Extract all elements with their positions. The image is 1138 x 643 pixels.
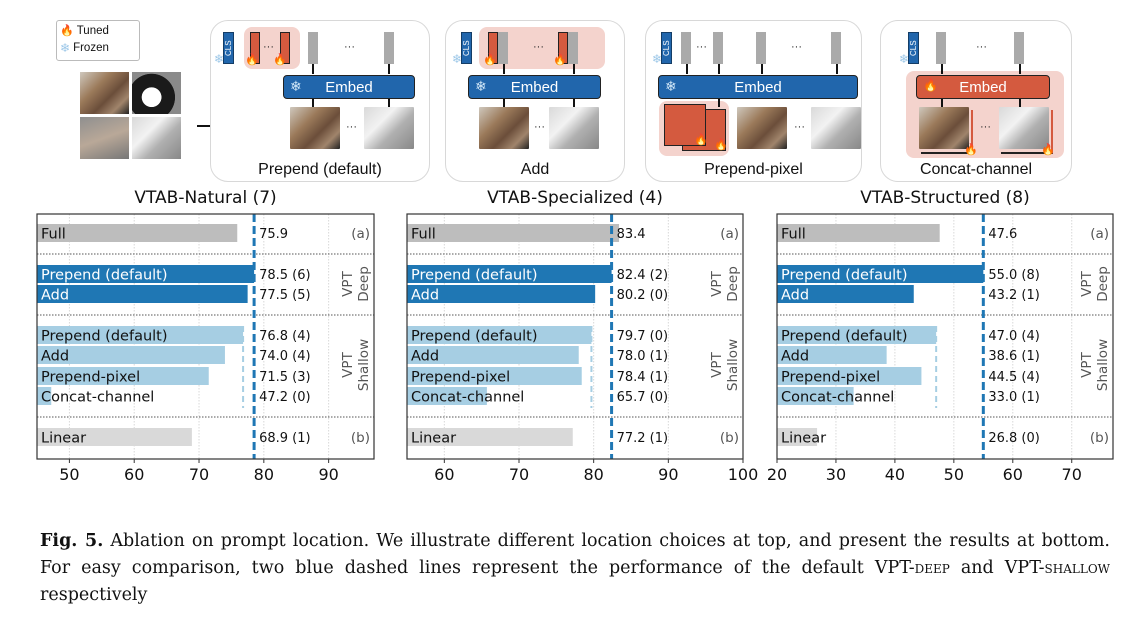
x-tick-label: 50 [944, 465, 964, 484]
group-label: (a) [1090, 226, 1109, 242]
caption-shallow: shallow [1044, 558, 1110, 578]
group-label: VPT [340, 270, 356, 296]
bar-label: Prepend (default) [411, 268, 538, 284]
group-label: (a) [351, 226, 370, 242]
bar-label: Prepend-pixel [411, 370, 510, 386]
bar-label: Concat-channel [41, 390, 154, 406]
value-label: 75.9 [259, 227, 288, 242]
value-label: 33.0 (1) [988, 390, 1040, 405]
x-tick-label: 60 [434, 465, 454, 484]
bar-label: Linear [41, 431, 86, 447]
bar-label: Linear [411, 431, 456, 447]
x-tick-label: 50 [59, 465, 79, 484]
value-label: 47.6 [988, 227, 1017, 242]
group-label: (b) [720, 430, 739, 446]
bar-label: Full [411, 227, 436, 243]
bar-label: Add [781, 349, 809, 365]
value-label: 65.7 (0) [617, 390, 669, 405]
group-label: (a) [720, 226, 739, 242]
x-tick-label: 20 [767, 465, 787, 484]
value-label: 38.6 (1) [988, 349, 1040, 364]
x-tick-label: 70 [1062, 465, 1082, 484]
bar-label: Add [781, 288, 809, 304]
value-label: 44.5 (4) [988, 370, 1040, 385]
value-label: 43.2 (1) [988, 288, 1040, 303]
bar-label: Add [41, 349, 69, 365]
caption-text: respectively [40, 585, 148, 605]
caption-text: and VPT- [949, 558, 1045, 578]
bar-label: Concat-channel [781, 390, 894, 406]
bar-label: Prepend (default) [781, 268, 908, 284]
bar-label: Add [411, 288, 439, 304]
bar-label: Prepend (default) [41, 268, 168, 284]
x-tick-label: 70 [189, 465, 209, 484]
group-label: VPT [709, 351, 725, 377]
bar-full [37, 224, 238, 242]
x-tick-label: 60 [124, 465, 144, 484]
value-label: 82.4 (2) [617, 268, 669, 283]
bar-label: Prepend (default) [41, 329, 168, 345]
value-label: 78.0 (1) [617, 349, 669, 364]
caption-label: Fig. 5. [40, 531, 104, 551]
value-label: 80.2 (0) [617, 288, 669, 303]
value-label: 77.5 (5) [259, 288, 311, 303]
group-label: Shallow [725, 339, 741, 391]
bar-label: Full [781, 227, 806, 243]
value-label: 76.8 (4) [259, 329, 311, 344]
value-label: 47.2 (0) [259, 390, 311, 405]
bar-label: Prepend (default) [411, 329, 538, 345]
group-label: (b) [351, 430, 370, 446]
x-tick-label: 90 [318, 465, 338, 484]
results-charts: Full 75.9 Prepend (default) 78.5 (6) Add 77.5… [36, 213, 1114, 484]
value-label: 79.7 (0) [617, 329, 669, 344]
figure-caption: Fig. 5. Ablation on prompt location. We … [40, 528, 1110, 609]
group-label: Deep [1095, 266, 1111, 302]
group-label: VPT [1079, 351, 1095, 377]
x-tick-label: 90 [658, 465, 678, 484]
group-label: VPT [1079, 270, 1095, 296]
value-label: 47.0 (4) [988, 329, 1040, 344]
bar-label: Add [41, 288, 69, 304]
value-label: 71.5 (3) [259, 370, 311, 385]
value-label: 55.0 (8) [988, 268, 1040, 283]
value-label: 77.2 (1) [617, 431, 669, 446]
value-label: 26.8 (0) [988, 431, 1040, 446]
x-tick-label: 80 [583, 465, 603, 484]
x-tick-label: 70 [509, 465, 529, 484]
bar-label: Prepend-pixel [781, 370, 880, 386]
caption-deep: deep [914, 558, 950, 578]
x-tick-label: 40 [885, 465, 905, 484]
group-label: Deep [725, 266, 741, 302]
bar-full [407, 224, 620, 242]
bar-label: Linear [781, 431, 826, 447]
value-label: 74.0 (4) [259, 349, 311, 364]
x-tick-label: 80 [254, 465, 274, 484]
bar-label: Prepend-pixel [41, 370, 140, 386]
bar-label: Prepend (default) [781, 329, 908, 345]
group-label: Deep [356, 266, 372, 302]
group-label: Shallow [356, 339, 372, 391]
group-label: VPT [340, 351, 356, 377]
group-label: (b) [1090, 430, 1109, 446]
group-label: Shallow [1095, 339, 1111, 391]
x-tick-label: 100 [728, 465, 759, 484]
x-tick-label: 60 [1003, 465, 1023, 484]
x-tick-label: 30 [826, 465, 846, 484]
bar-label: Add [411, 349, 439, 365]
value-label: 83.4 [617, 227, 646, 242]
group-label: VPT [709, 270, 725, 296]
bar-label: Concat-channel [411, 390, 524, 406]
bar-label: Full [41, 227, 66, 243]
value-label: 68.9 (1) [259, 431, 311, 446]
value-label: 78.4 (1) [617, 370, 669, 385]
value-label: 78.5 (6) [259, 268, 311, 283]
